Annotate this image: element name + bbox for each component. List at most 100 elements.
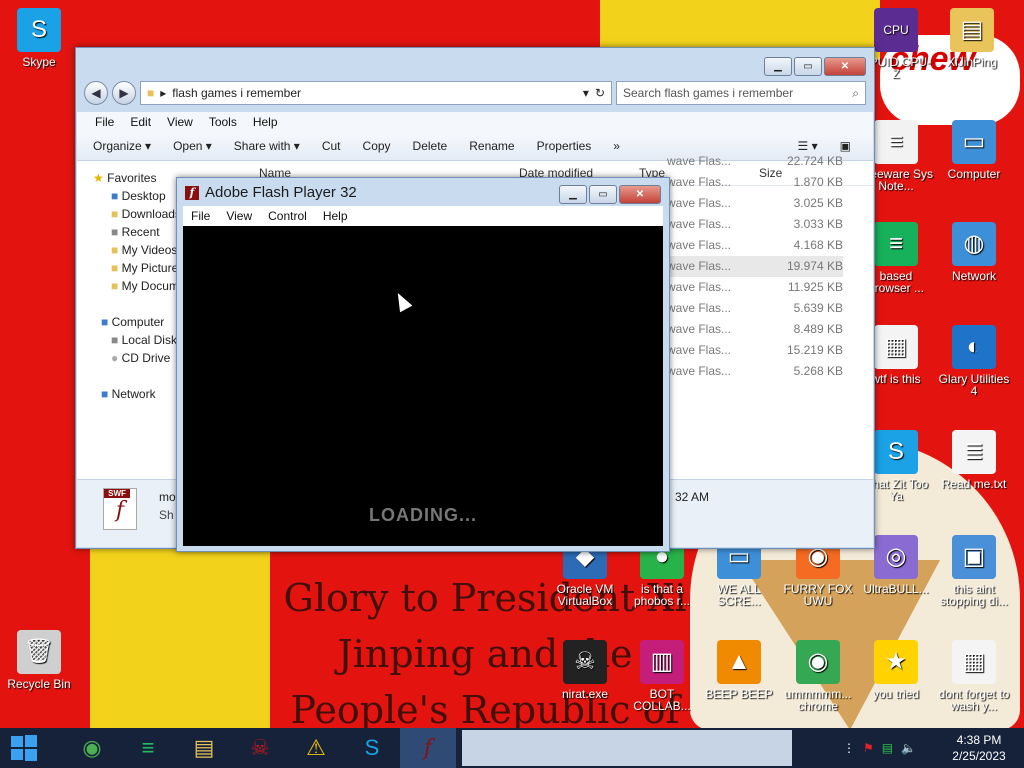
back-button[interactable]: ◀ [84,81,108,105]
refresh-icon[interactable]: ↻ [595,86,605,100]
file-row[interactable]: wave Flas... 3.025 KB [667,193,843,214]
desktop-icon-item[interactable]: ▲ BEEP BEEP [701,640,777,700]
flash-menu-bar: File View Control Help [183,206,663,226]
menu-tools[interactable]: Tools [201,115,245,129]
taskbar-app-button[interactable]: ≡ [120,728,176,768]
desktop-icon-item[interactable]: S Skype [1,8,77,68]
start-button[interactable] [0,728,48,768]
volume-icon[interactable]: 🔈 [901,741,916,755]
desktop-icon-item[interactable]: ▤ XiJinPing [934,8,1010,68]
window-controls: ▁ ▭ ✕ [559,185,661,204]
file-row[interactable]: wave Flas... 15.219 KB [667,340,843,361]
nav-recent[interactable]: ■ Recent [77,223,177,241]
menu-control[interactable]: Control [260,209,315,223]
desktop-icon-item[interactable]: ▦ dont forget to wash y... [936,640,1012,712]
maximize-button[interactable]: ▭ [589,185,617,204]
desktop-icon-item[interactable]: ▭ Computer [936,120,1012,180]
desktop-icon-label: XiJinPing [946,55,998,69]
notes-icon: ≡ [141,735,155,760]
nav-favorites[interactable]: ★ Favorites [77,169,177,187]
open-button[interactable]: Open ▾ [173,139,212,153]
nav-network[interactable]: ■ Network [77,385,177,403]
menu-view[interactable]: View [218,209,260,223]
windows-logo-icon [11,735,37,761]
nav-pictures[interactable]: ■ My Pictures [77,259,177,277]
nav-documents[interactable]: ■ My Documents [77,277,177,295]
desktop-icon-item[interactable]: ◉ ummmmm... chrome [780,640,856,712]
menu-view[interactable]: View [159,115,201,129]
file-size: 5.268 KB [793,364,843,378]
minimize-button[interactable]: ▁ [559,185,587,204]
taskbar-app-button[interactable]: S [344,728,400,768]
taskbar-app-button[interactable]: f [400,728,456,768]
file-row[interactable]: wave Flas... 1.870 KB [667,172,843,193]
search-placeholder: Search flash games i remember [623,86,794,100]
loading-text: LOADING... [369,505,477,525]
copy-button[interactable]: Copy [363,139,391,153]
minimize-button[interactable]: ▁ [764,57,792,76]
menu-file[interactable]: File [87,115,122,129]
menu-file[interactable]: File [183,209,218,223]
desktop-icon-item[interactable]: ◐ Glary Utilities 4 [936,325,1012,397]
forward-button[interactable]: ▶ [112,81,136,105]
glary-icon: ◐ [952,325,996,369]
organize-button[interactable]: Organize ▾ [93,139,151,153]
taskbar-app-button[interactable]: ⚠ [288,728,344,768]
desktop-icon-label: Glary Utilities 4 [938,372,1010,398]
file-type: wave Flas... [667,301,732,315]
flash-stage[interactable]: LOADING... [183,226,663,546]
rename-button[interactable]: Rename [469,139,514,153]
swf-badge: SWF [104,489,130,498]
nav-desktop[interactable]: ■ Desktop [77,187,177,205]
file-type: wave Flas... [667,175,732,189]
file-row[interactable]: wave Flas... 3.033 KB [667,214,843,235]
desktop-icon-item[interactable]: 🗑 Recycle Bin [1,630,77,690]
taskbar-app-button[interactable]: ◉ [64,728,120,768]
show-hidden-icons-icon[interactable]: ⋮ [843,741,855,755]
file-row[interactable]: wave Flas... 4.168 KB [667,235,843,256]
skull-icon: ☠ [563,640,607,684]
delete-button[interactable]: Delete [413,139,448,153]
nav-local-disk[interactable]: ■ Local Disk [77,331,177,349]
file-type: wave Flas... [667,364,732,378]
calendar-doc-icon: ▦ [874,325,918,369]
desktop-icon-item[interactable]: ▣ this aint stopping di... [936,535,1012,607]
search-input[interactable]: Search flash games i remember ⌕ [616,81,866,105]
desktop-icon-item[interactable]: ◍ Network [936,222,1012,282]
desktop-icon-label: Skype [22,55,56,69]
network-status-icon[interactable]: ▤ [882,741,893,755]
file-row[interactable]: wave Flas... 5.639 KB [667,298,843,319]
file-row[interactable]: wave Flas... 19.974 KB [667,256,843,277]
taskbar-app-button[interactable]: ▤ [176,728,232,768]
desktop: chew Glory to President Xi Jinping and t… [0,0,1024,728]
share-with-button[interactable]: Share with ▾ [234,139,300,153]
address-dropdown-icon[interactable]: ▾ [583,86,589,100]
menu-edit[interactable]: Edit [122,115,159,129]
close-button[interactable]: ✕ [824,57,866,76]
action-center-flag-icon[interactable]: ⚑ [863,741,874,755]
properties-button[interactable]: Properties [537,139,592,153]
file-row[interactable]: wave Flas... 11.925 KB [667,277,843,298]
maximize-button[interactable]: ▭ [794,57,822,76]
videos-icon: ■ [111,243,119,257]
taskbar-app-button[interactable]: ☠ [232,728,288,768]
clock[interactable]: 4:38 PM 2/25/2023 [944,732,1014,764]
flash-player-window[interactable]: f Adobe Flash Player 32 ▁ ▭ ✕ File View … [176,177,670,552]
more-commands-button[interactable]: » [613,139,620,153]
address-bar[interactable]: ■ ▸ flash games i remember ▾ ↻ [140,81,612,105]
file-row[interactable]: wave Flas... 22.724 KB [667,151,843,172]
cut-button[interactable]: Cut [322,139,341,153]
nav-cd-drive[interactable]: ● CD Drive [77,349,177,367]
desktop-icon-item[interactable]: ≣ Read me.txt [936,430,1012,490]
file-row[interactable]: wave Flas... 8.489 KB [667,319,843,340]
menu-help[interactable]: Help [245,115,286,129]
desktop-icon-item[interactable]: ▥ BOT COLLAB... [624,640,700,712]
desktop-icon-item[interactable]: ★ you tried [858,640,934,700]
nav-videos[interactable]: ■ My Videos [77,241,177,259]
nav-computer[interactable]: ■ Computer [77,313,177,331]
close-button[interactable]: ✕ [619,185,661,204]
desktop-icon-item[interactable]: ☠ nirat.exe [547,640,623,700]
nav-downloads[interactable]: ■ Downloads [77,205,177,223]
file-row[interactable]: wave Flas... 5.268 KB [667,361,843,382]
menu-help[interactable]: Help [315,209,356,223]
